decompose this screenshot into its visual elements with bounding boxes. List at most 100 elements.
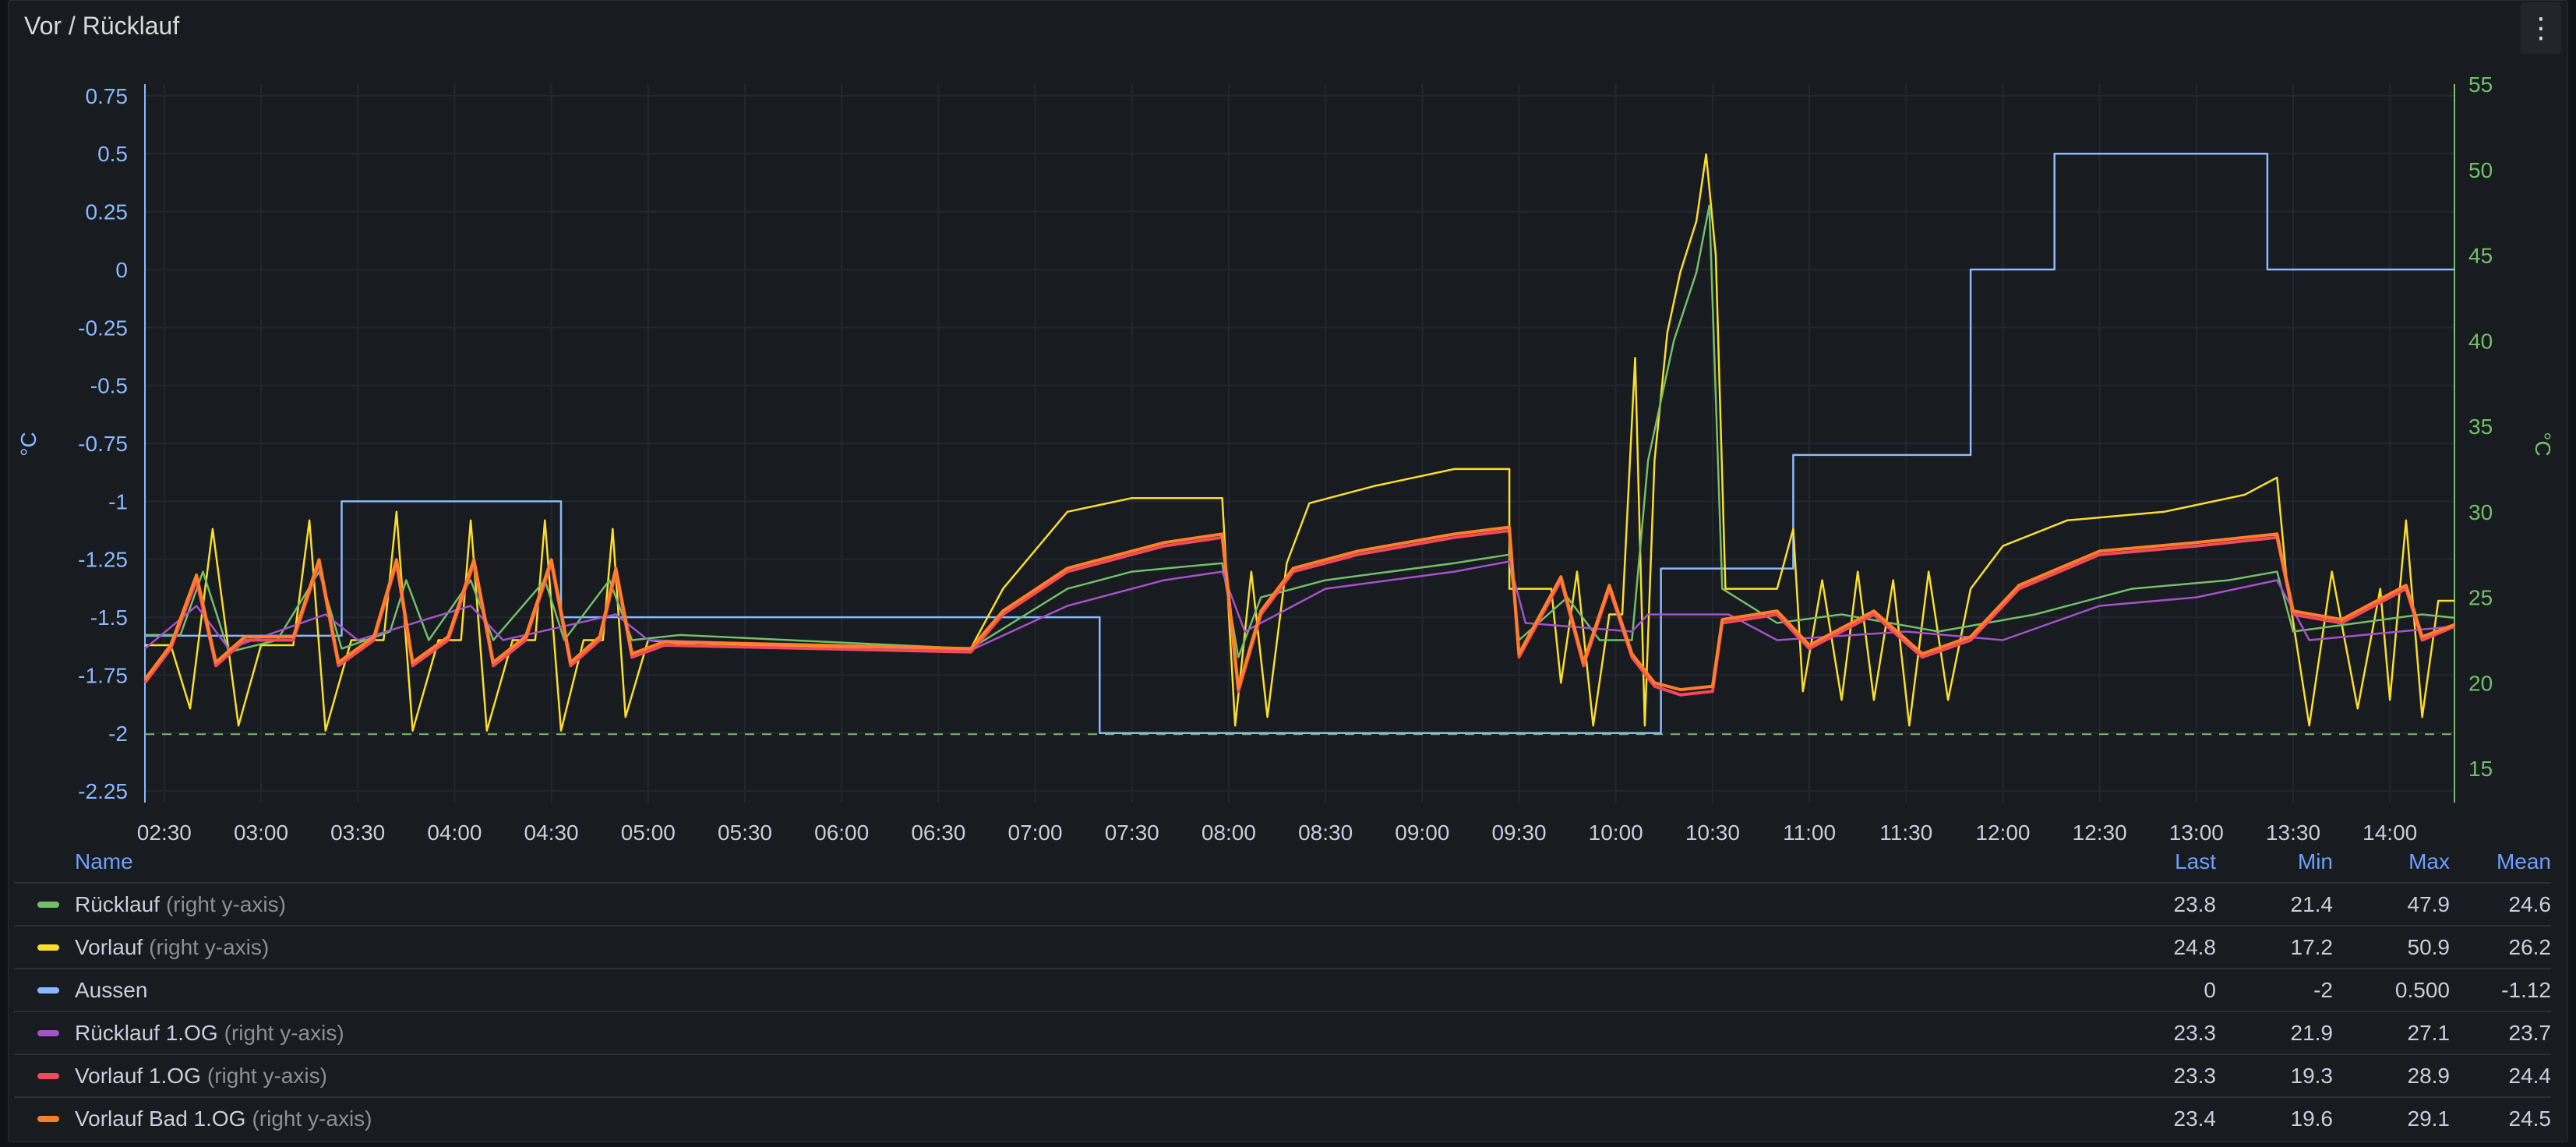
y-left-tick-label: -1 xyxy=(108,489,128,514)
series-line xyxy=(143,529,2455,697)
legend-row[interactable]: Aussen 0 -2 0.500 -1.12 xyxy=(14,968,2551,1011)
legend-min-value: 21.4 xyxy=(2290,891,2334,916)
x-tick-label: 10:30 xyxy=(1685,821,1740,842)
x-tick-label: 03:30 xyxy=(330,821,385,842)
y-left-tick-label: -1.5 xyxy=(90,605,128,630)
legend-max-value: 28.9 xyxy=(2407,1063,2451,1088)
legend-max-value: 47.9 xyxy=(2407,891,2451,916)
x-tick-label: 05:00 xyxy=(621,821,676,842)
legend-header-last[interactable]: Last xyxy=(2099,849,2216,874)
x-tick-label: 05:30 xyxy=(718,821,772,842)
y-right-axis-label: °C xyxy=(2531,432,2555,456)
legend-axis-note: (right y-axis) xyxy=(206,1063,327,1088)
legend-mean-value: 24.6 xyxy=(2508,891,2552,916)
x-tick-label: 08:00 xyxy=(1202,821,1256,842)
legend-last-value: 24.8 xyxy=(2173,934,2217,959)
legend-last-value: 23.3 xyxy=(2173,1020,2217,1045)
legend-series-name[interactable]: Rücklauf 1.OG xyxy=(75,1021,218,1046)
legend-header-min[interactable]: Min xyxy=(2216,849,2333,874)
legend-max-value: 50.9 xyxy=(2407,934,2451,959)
legend-mean-value: 24.4 xyxy=(2508,1063,2552,1088)
legend-axis-note: (right y-axis) xyxy=(224,1020,344,1045)
x-tick-label: 07:00 xyxy=(1008,821,1063,842)
legend-max-value: 29.1 xyxy=(2407,1106,2451,1131)
y-right-tick-label: 15 xyxy=(2468,757,2493,781)
series-color-swatch xyxy=(37,901,59,908)
y-right-tick-label: 45 xyxy=(2468,244,2493,268)
series-color-swatch xyxy=(37,1029,59,1036)
y-left-tick-label: -2 xyxy=(108,722,128,746)
legend-mean-value: -1.12 xyxy=(2501,977,2551,1002)
legend-axis-note: (right y-axis) xyxy=(165,891,286,916)
x-tick-label: 08:30 xyxy=(1298,821,1353,842)
x-tick-label: 09:30 xyxy=(1491,821,1546,842)
series-color-swatch xyxy=(37,944,59,951)
legend-header-max[interactable]: Max xyxy=(2333,849,2450,874)
series-color-swatch xyxy=(37,1115,59,1122)
x-tick-label: 06:30 xyxy=(911,821,965,842)
x-tick-label: 07:30 xyxy=(1105,821,1159,842)
legend-series-name[interactable]: Vorlauf 1.OG xyxy=(75,1064,201,1089)
y-right-tick-label: 30 xyxy=(2468,500,2493,524)
y-left-tick-label: 0.75 xyxy=(86,84,129,108)
series-line xyxy=(143,525,2455,692)
x-tick-label: 11:00 xyxy=(1783,821,1836,842)
legend-last-value: 23.8 xyxy=(2173,891,2217,916)
x-tick-label: 04:30 xyxy=(524,821,579,842)
legend-table: Name Last Min Max Mean Rücklauf (right y-… xyxy=(14,842,2551,1139)
legend-last-value: 23.3 xyxy=(2173,1063,2217,1088)
x-tick-label: 12:30 xyxy=(2073,821,2127,842)
legend-last-value: 0 xyxy=(2204,977,2216,1002)
legend-mean-value: 26.2 xyxy=(2508,934,2552,959)
x-tick-label: 04:00 xyxy=(427,821,482,842)
series-color-swatch xyxy=(37,986,59,993)
legend-row[interactable]: Vorlauf 1.OG (right y-axis) 23.3 19.3 28.9 24… xyxy=(14,1053,2551,1096)
legend-axis-note: (right y-axis) xyxy=(252,1106,372,1131)
legend-series-name[interactable]: Vorlauf Bad 1.OG xyxy=(75,1106,245,1131)
legend-min-value: 19.6 xyxy=(2290,1106,2334,1131)
y-left-tick-label: -2.25 xyxy=(78,779,128,803)
legend-row[interactable]: Vorlauf (right y-axis) 24.8 17.2 50.9 26.2 xyxy=(14,925,2551,968)
legend-header-name[interactable]: Name xyxy=(75,849,133,874)
legend-min-value: 21.9 xyxy=(2290,1020,2334,1045)
legend-row[interactable]: Rücklauf (right y-axis) 23.8 21.4 47.9 24.6 xyxy=(14,882,2551,925)
y-left-tick-label: -1.25 xyxy=(78,548,128,572)
y-left-tick-label: 0.25 xyxy=(86,200,129,224)
legend-header: Name Last Min Max Mean xyxy=(14,842,2551,882)
line-chart: 0.75 0.5 0.25 0 -0.25 -0.5 -0.75 -1 -1.25 -1.5 -1.… xyxy=(16,72,2555,842)
legend-max-value: 0.500 xyxy=(2394,977,2450,1002)
x-tick-label: 03:00 xyxy=(234,821,288,842)
legend-row[interactable]: Vorlauf Bad 1.OG (right y-axis) 23.4 19.6 29… xyxy=(14,1096,2551,1139)
legend-row[interactable]: Rücklauf 1.OG (right y-axis) 23.3 21.9 27.1 2… xyxy=(14,1011,2551,1053)
x-tick-label: 13:30 xyxy=(2266,821,2320,842)
legend-last-value: 23.4 xyxy=(2173,1106,2217,1131)
legend-series-name[interactable]: Rücklauf xyxy=(75,892,160,917)
legend-min-value: 19.3 xyxy=(2290,1063,2334,1088)
series-line xyxy=(145,204,2455,658)
y-right-tick-label: 20 xyxy=(2468,671,2493,695)
legend-min-value: 17.2 xyxy=(2290,934,2334,959)
x-tick-label: 02:30 xyxy=(137,821,192,842)
legend-header-mean[interactable]: Mean xyxy=(2450,849,2551,874)
series-color-swatch xyxy=(37,1072,59,1079)
legend-series-name[interactable]: Aussen xyxy=(75,978,147,1003)
y-left-axis-label: °C xyxy=(16,432,41,456)
y-left-tick-label: -1.75 xyxy=(78,663,128,687)
x-tick-label: 14:00 xyxy=(2363,821,2417,842)
legend-mean-value: 23.7 xyxy=(2508,1020,2552,1045)
x-tick-label: 06:00 xyxy=(814,821,869,842)
x-tick-label: 13:00 xyxy=(2169,821,2224,842)
y-right-tick-label: 50 xyxy=(2468,158,2493,182)
y-right-tick-label: 40 xyxy=(2468,329,2493,353)
legend-series-name[interactable]: Vorlauf xyxy=(75,935,143,960)
x-tick-label: 11:30 xyxy=(1879,821,1932,842)
x-tick-label: 12:00 xyxy=(1975,821,2030,842)
legend-max-value: 27.1 xyxy=(2407,1020,2451,1045)
x-tick-label: 09:00 xyxy=(1395,821,1449,842)
y-left-tick-label: -0.75 xyxy=(78,432,128,456)
legend-mean-value: 24.5 xyxy=(2508,1106,2552,1131)
legend-axis-note: (right y-axis) xyxy=(149,934,270,959)
legend-min-value: -2 xyxy=(2313,977,2333,1002)
y-right-tick-label: 25 xyxy=(2468,586,2493,610)
y-right-tick-label: 55 xyxy=(2468,72,2493,97)
